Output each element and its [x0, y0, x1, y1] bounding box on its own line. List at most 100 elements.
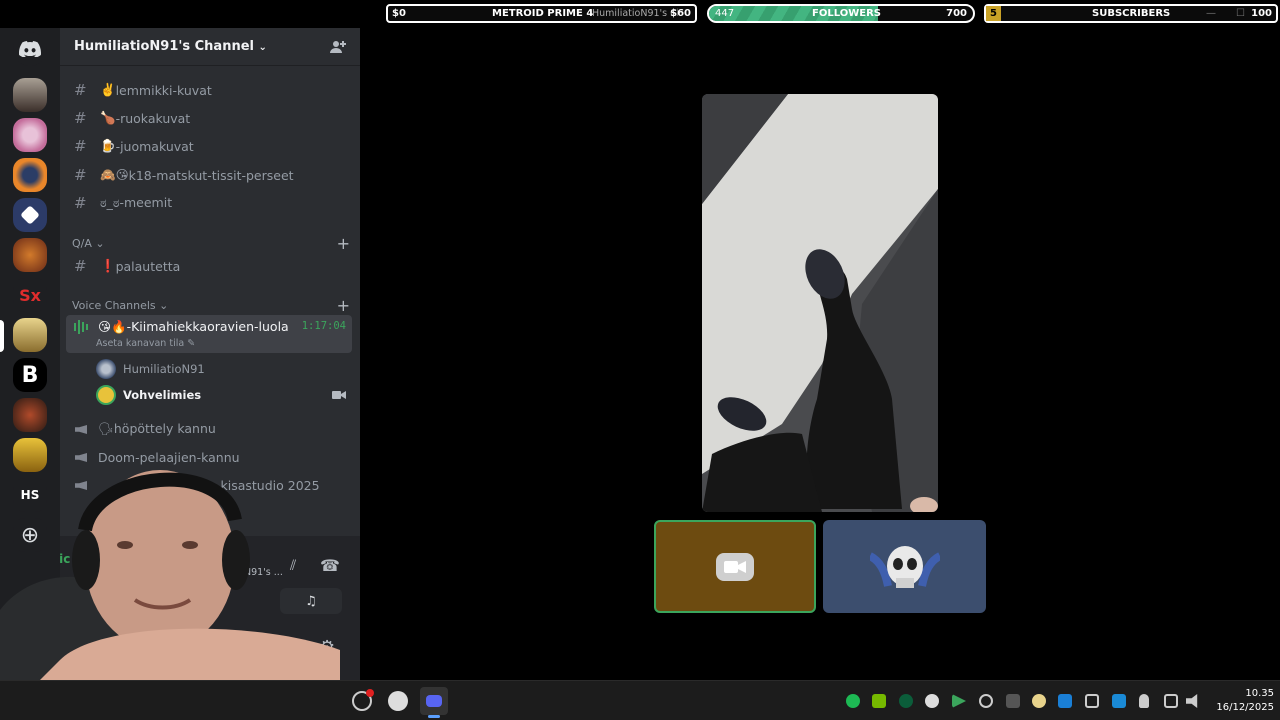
channel-emoji: 🍗: [100, 110, 116, 125]
server-name: HumiliatioN91's Channel: [74, 39, 254, 54]
voice-user[interactable]: HumiliatioN91: [96, 359, 205, 379]
video-tile-camera-off[interactable]: [654, 520, 816, 613]
speaker-icon: [74, 422, 92, 436]
camera-glyph-icon: [724, 560, 746, 573]
voice-channel-hopottely[interactable]: 🗣höpöttely kannu: [68, 416, 352, 442]
user-avatar: [96, 359, 116, 379]
game-goal-bar: $0 METROID PRIME 4 HumiliatioN91's Chann…: [386, 4, 697, 23]
category-label: Q/A: [72, 237, 92, 250]
channel-name: palautetta: [115, 258, 181, 274]
stream-overlay: $0 METROID PRIME 4 HumiliatioN91's Chann…: [386, 3, 1278, 24]
discord-home-button[interactable]: [13, 32, 47, 66]
spotify-icon[interactable]: [846, 694, 860, 708]
server-icon-character[interactable]: [13, 238, 47, 272]
back-arrow-icon[interactable]: [1006, 694, 1020, 708]
server-icon-bottle[interactable]: [13, 78, 47, 112]
game-goal-title: METROID PRIME 4: [492, 8, 594, 19]
add-channel-icon[interactable]: +: [337, 296, 350, 315]
voice-username: HumiliatioN91: [123, 362, 205, 376]
hash-icon: #: [74, 109, 87, 127]
pencil-icon: ✎: [187, 338, 196, 349]
voice-channel-name: 😘🔥-Kiimahiekkaoravien-luola: [98, 319, 289, 334]
channel-name: -ruokakuvat: [115, 110, 191, 126]
followers-goal: 700: [946, 8, 967, 19]
add-channel-icon[interactable]: +: [337, 234, 350, 253]
subscribers-goal-bar: 5 SUBSCRIBERS — ☐ 100: [984, 4, 1278, 23]
minimize-icon[interactable]: —: [1206, 8, 1216, 19]
active-app-indicator: [428, 715, 440, 718]
invite-people-icon[interactable]: [330, 39, 346, 55]
server-icon-music[interactable]: [13, 158, 47, 192]
bluetooth-icon[interactable]: [1058, 694, 1072, 708]
microphone-icon[interactable]: [1139, 694, 1149, 708]
video-tile-user[interactable]: [823, 520, 986, 613]
nvidia-icon[interactable]: [872, 694, 886, 708]
screen: Sx B HS ⊕ HumiliatioN91's Channel ⌄ # ✌️…: [0, 0, 1280, 720]
channel-meemit[interactable]: # ಠ_ಠ-meemit: [68, 190, 352, 216]
subscribers-current: 5: [990, 8, 997, 19]
channel-name: k18-matskut-tissit-perseet: [128, 167, 294, 183]
active-server-pill: [0, 320, 4, 352]
game-goal-end: $60: [670, 8, 691, 19]
channel-emoji: 🍺: [100, 138, 116, 153]
taskbar-app-steam[interactable]: [352, 689, 374, 711]
followers-goal-bar: 447 FOLLOWERS 700: [707, 4, 975, 23]
voice-username: Vohvelimies: [123, 388, 202, 402]
clock-time: 10.35: [1245, 688, 1274, 699]
volume-icon[interactable]: [1186, 694, 1198, 708]
channel-name: ಠ_ಠ-meemit: [100, 195, 173, 210]
server-icon-pink[interactable]: [13, 118, 47, 152]
steam-tray-icon[interactable]: [979, 694, 993, 708]
channel-ruokakuvat[interactable]: # 🍗 -ruokakuvat: [68, 105, 352, 131]
maximize-icon[interactable]: ☐: [1236, 8, 1245, 19]
channel-name: lemmikki-kuvat: [115, 82, 212, 98]
usb-icon[interactable]: [1085, 694, 1099, 708]
channel-k18[interactable]: # 🙈😘 k18-matskut-tissit-perseet: [68, 162, 352, 188]
security-shield-icon[interactable]: [1112, 694, 1126, 708]
taskbar-app-xbox[interactable]: [388, 691, 408, 711]
channel-juomakuvat[interactable]: # 🍺 -juomakuvat: [68, 133, 352, 159]
server-icon-skull[interactable]: [13, 398, 47, 432]
user-avatar: [96, 385, 116, 405]
category-voice[interactable]: Voice Channels ⌄ +: [72, 296, 350, 315]
video-camera-icon: [716, 552, 754, 581]
status-hint-text: Aseta kanavan tila: [96, 338, 185, 349]
subscribers-goal: 100: [1251, 8, 1272, 19]
hash-icon: #: [74, 81, 87, 99]
voice-user[interactable]: Vohvelimies: [96, 385, 346, 405]
channel-lemmikki-kuvat[interactable]: # ✌️ lemmikki-kuvat: [68, 77, 352, 103]
server-icon-sx[interactable]: Sx: [13, 278, 47, 312]
taskbar: 10.35 16/12/2025: [0, 680, 1280, 720]
hash-icon: #: [74, 194, 87, 212]
category-label: Voice Channels: [72, 299, 156, 312]
followers-label: FOLLOWERS: [812, 8, 881, 19]
channel-emoji: 🙈😘: [100, 167, 129, 182]
clock[interactable]: 10.35 16/12/2025: [1204, 687, 1274, 715]
play-icon[interactable]: [952, 694, 966, 708]
network-icon[interactable]: [1164, 694, 1178, 708]
live-audio-icon: [74, 320, 88, 334]
category-qa[interactable]: Q/A ⌄ +: [72, 234, 350, 253]
server-header[interactable]: HumiliatioN91's Channel ⌄: [60, 28, 360, 66]
active-voice-channel[interactable]: 😘🔥-Kiimahiekkaoravien-luola 1:17:04 Aset…: [66, 315, 352, 353]
notification-dot: [366, 689, 374, 697]
xbox-tray-icon[interactable]: [899, 694, 913, 708]
clock-date: 16/12/2025: [1216, 702, 1274, 713]
video-tile-main[interactable]: [702, 94, 938, 512]
server-icon-game[interactable]: [13, 198, 47, 232]
cloud-icon[interactable]: [925, 694, 939, 708]
server-icon-active[interactable]: [13, 318, 47, 352]
skull-avatar-icon: [869, 545, 940, 588]
app-tray-icon[interactable]: [1032, 694, 1046, 708]
subscribers-label: SUBSCRIBERS: [1092, 8, 1171, 19]
channel-name: -juomakuvat: [115, 138, 194, 154]
hash-icon: #: [74, 137, 87, 155]
channel-status-hint[interactable]: Aseta kanavan tila ✎: [96, 338, 195, 349]
server-icon-b[interactable]: B: [13, 358, 47, 392]
discord-logo-icon: [19, 41, 41, 57]
channel-palautetta[interactable]: # ❗ palautetta: [68, 253, 352, 279]
taskbar-app-discord[interactable]: [420, 687, 448, 718]
channel-emoji: ❗: [100, 258, 116, 273]
window-title: HumiliatioN91's Channel: [592, 8, 678, 19]
streamer-webcam: [0, 460, 360, 680]
